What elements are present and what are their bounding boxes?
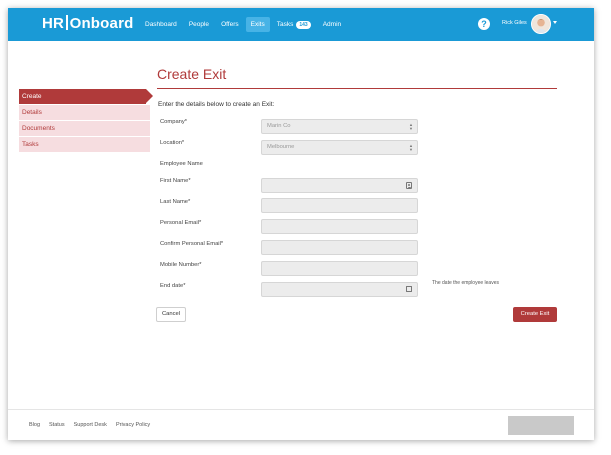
end-date-label: End date* <box>160 283 186 289</box>
confirm-email-label: Confirm Personal Email* <box>160 241 224 247</box>
footer-divider <box>8 409 594 410</box>
cancel-button[interactable]: Cancel <box>156 307 186 322</box>
nav-dashboard[interactable]: Dashboard <box>140 17 182 32</box>
last-name-field[interactable] <box>261 198 418 213</box>
sidebar-item-details[interactable]: Details <box>19 105 150 120</box>
mobile-field[interactable] <box>261 261 418 276</box>
nav-label: Offers <box>221 21 239 28</box>
footer-placeholder-box <box>508 416 574 435</box>
logo-divider <box>66 15 68 30</box>
top-navbar: HR Onboard Dashboard People Offers Exits … <box>8 8 594 41</box>
location-label: Location* <box>160 140 185 146</box>
sidebar-item-tasks[interactable]: Tasks <box>19 137 150 152</box>
app-window: HR Onboard Dashboard People Offers Exits … <box>8 8 594 440</box>
nav-label: People <box>188 21 210 28</box>
tasks-count-badge: 143 <box>296 20 311 29</box>
logo-right: Onboard <box>69 15 134 32</box>
main-nav: Dashboard People Offers Exits Tasks 143 A… <box>140 8 348 41</box>
nav-admin[interactable]: Admin <box>318 17 346 32</box>
select-arrows-icon: ▲ ▼ <box>409 122 413 131</box>
user-name[interactable]: Rick Giles <box>502 20 527 26</box>
first-name-field[interactable] <box>261 178 418 193</box>
contact-card-icon <box>406 182 412 189</box>
nav-exits[interactable]: Exits <box>245 17 270 32</box>
sidebar-item-create[interactable]: Create <box>19 89 153 104</box>
nav-label: Dashboard <box>145 21 177 28</box>
location-value: Melbourne <box>267 144 295 150</box>
location-select[interactable]: Melbourne ▲ ▼ <box>261 140 418 155</box>
first-name-label: First Name* <box>160 178 191 184</box>
chevron-down-icon[interactable] <box>553 21 557 24</box>
select-arrows-icon: ▲ ▼ <box>409 143 413 152</box>
page-title: Create Exit <box>157 66 227 82</box>
end-date-hint: The date the employee leaves <box>432 280 499 286</box>
end-date-field[interactable] <box>261 282 418 297</box>
company-label: Company* <box>160 119 188 125</box>
calendar-icon[interactable] <box>406 286 412 292</box>
nav-tasks[interactable]: Tasks 143 <box>272 17 316 33</box>
mobile-label: Mobile Number* <box>160 262 202 268</box>
footer-link-blog[interactable]: Blog <box>29 422 40 428</box>
form-intro: Enter the details below to create an Exi… <box>158 101 275 108</box>
avatar[interactable] <box>531 14 551 34</box>
confirm-email-field[interactable] <box>261 240 418 255</box>
logo-left: HR <box>42 15 65 32</box>
footer-links: Blog Status Support Desk Privacy Policy <box>29 422 159 428</box>
footer-link-privacy-policy[interactable]: Privacy Policy <box>116 422 150 428</box>
nav-label: Admin <box>322 21 342 28</box>
last-name-label: Last Name* <box>160 199 191 205</box>
avatar-image <box>532 15 550 33</box>
footer-link-support-desk[interactable]: Support Desk <box>74 422 107 428</box>
logo[interactable]: HR Onboard <box>42 15 133 32</box>
sidebar: Create Details Documents Tasks <box>19 89 153 153</box>
company-value: Marin Co <box>267 123 291 129</box>
personal-email-field[interactable] <box>261 219 418 234</box>
company-select[interactable]: Marin Co ▲ ▼ <box>261 119 418 134</box>
create-exit-button[interactable]: Create Exit <box>513 307 557 322</box>
help-icon[interactable]: ? <box>478 18 490 30</box>
nav-offers[interactable]: Offers <box>216 17 244 32</box>
employee-name-heading: Employee Name <box>160 161 203 167</box>
nav-people[interactable]: People <box>184 17 214 32</box>
nav-label: Exits <box>250 21 265 28</box>
title-divider <box>157 88 557 89</box>
sidebar-item-documents[interactable]: Documents <box>19 121 150 136</box>
nav-label: Tasks <box>276 21 294 28</box>
personal-email-label: Personal Email* <box>160 220 202 226</box>
footer-link-status[interactable]: Status <box>49 422 65 428</box>
